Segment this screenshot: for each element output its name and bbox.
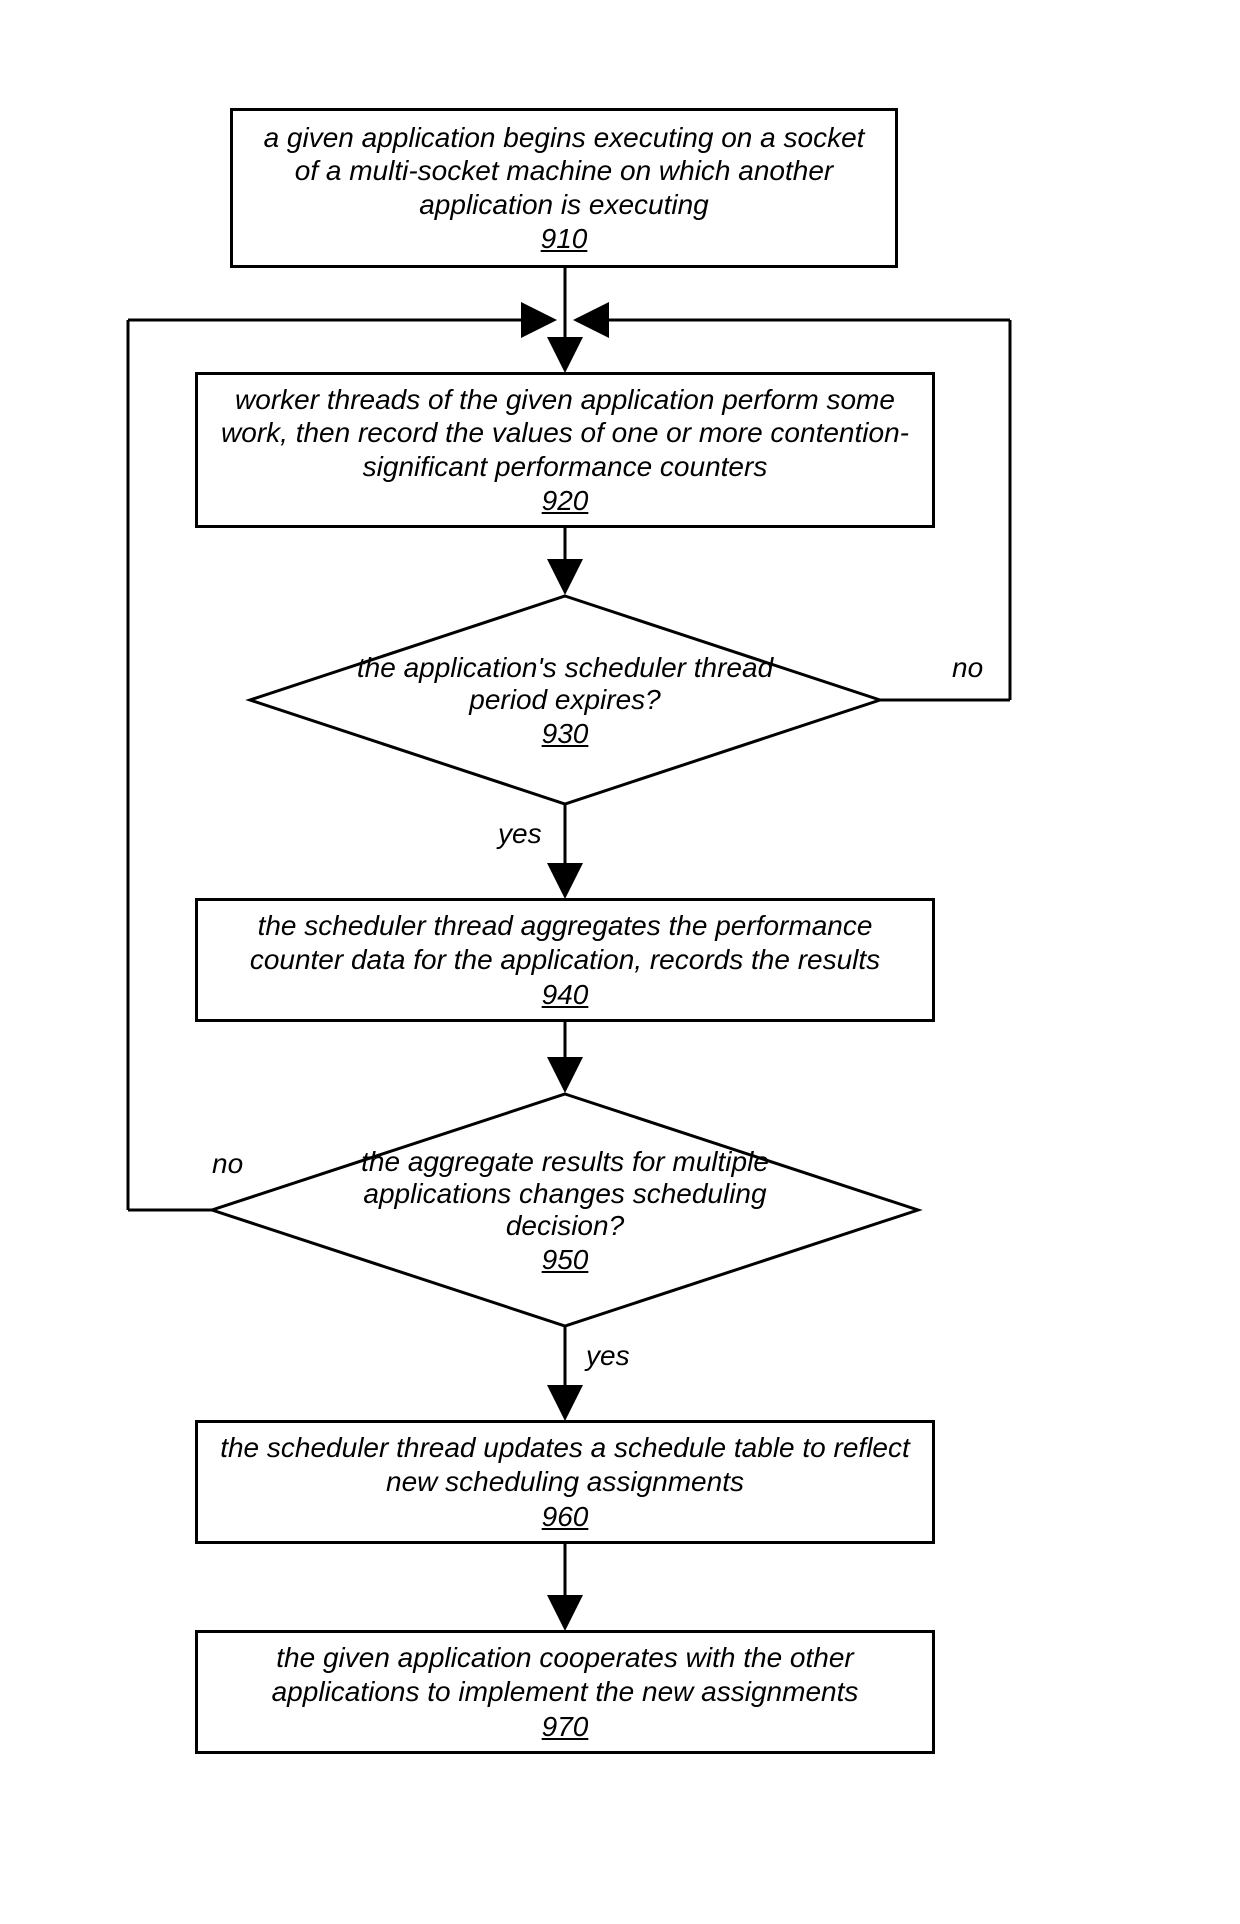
node-970: the given application cooperates with th…: [195, 1630, 935, 1754]
node-920: worker threads of the given application …: [195, 372, 935, 528]
node-940: the scheduler thread aggregates the perf…: [195, 898, 935, 1022]
node-910-text: a given application begins executing on …: [251, 121, 877, 222]
node-930-text: the application's scheduler thread perio…: [350, 652, 780, 716]
node-960: the scheduler thread updates a schedule …: [195, 1420, 935, 1544]
edge-930-no-label: no: [952, 652, 983, 684]
node-910-ref: 910: [541, 223, 588, 255]
node-970-text: the given application cooperates with th…: [216, 1641, 914, 1708]
node-920-text: worker threads of the given application …: [216, 383, 914, 484]
node-910: a given application begins executing on …: [230, 108, 898, 268]
edge-950-no-label: no: [212, 1148, 243, 1180]
node-940-text: the scheduler thread aggregates the perf…: [216, 909, 914, 976]
node-920-ref: 920: [542, 485, 589, 517]
edge-930-yes-label: yes: [498, 818, 542, 850]
node-960-ref: 960: [542, 1501, 589, 1533]
node-930: the application's scheduler thread perio…: [350, 626, 780, 776]
node-940-ref: 940: [542, 979, 589, 1011]
edge-950-yes-label: yes: [586, 1340, 630, 1372]
node-930-ref: 930: [542, 718, 589, 750]
node-950: the aggregate results for multiple appli…: [310, 1126, 820, 1296]
node-950-text: the aggregate results for multiple appli…: [310, 1146, 820, 1243]
node-950-ref: 950: [542, 1244, 589, 1276]
node-960-text: the scheduler thread updates a schedule …: [216, 1431, 914, 1498]
node-970-ref: 970: [542, 1711, 589, 1743]
